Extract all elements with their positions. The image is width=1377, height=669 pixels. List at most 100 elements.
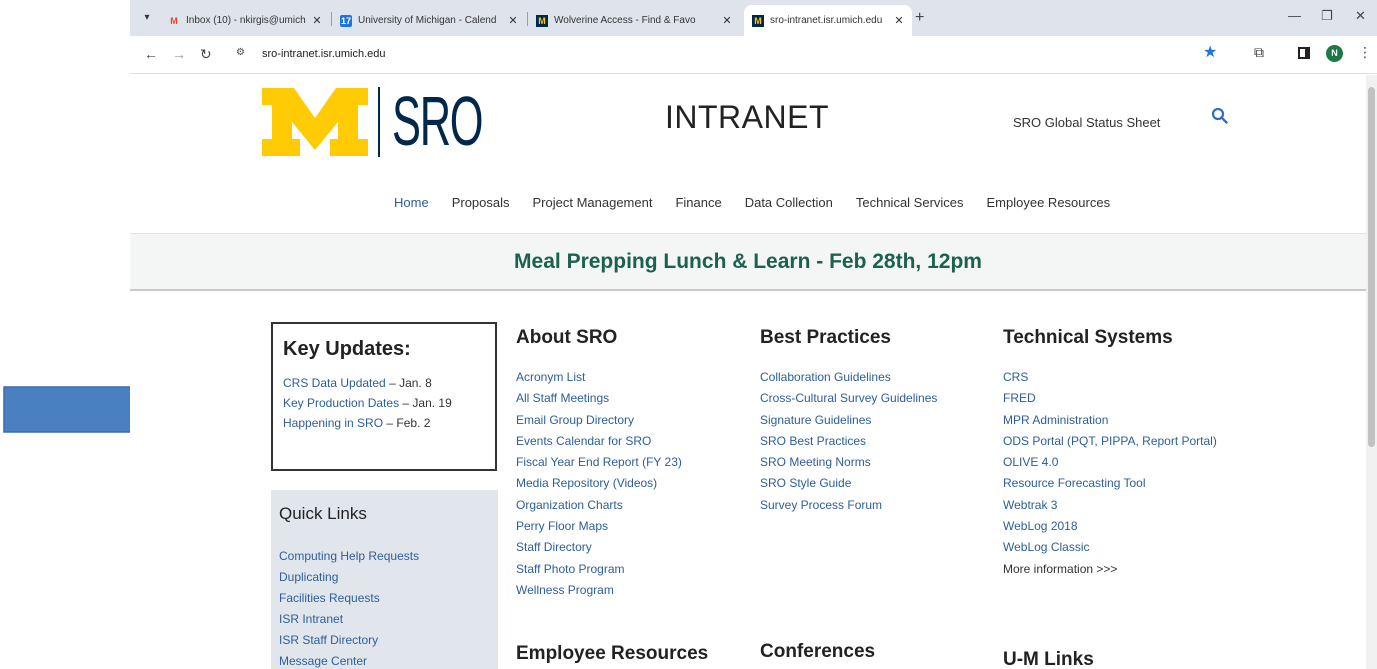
best-practice-link[interactable]: Collaboration Guidelines: [760, 367, 937, 388]
minimize-icon[interactable]: —: [1288, 8, 1301, 23]
url-text[interactable]: sro-intranet.isr.umich.edu: [262, 48, 386, 60]
tech-system-link[interactable]: FRED: [1003, 388, 1217, 409]
about-link[interactable]: Events Calendar for SRO: [516, 431, 682, 452]
sro-logo-text[interactable]: SRO: [392, 81, 484, 161]
tab-gmail[interactable]: M Inbox (10) - nkirgis@umich.edu ✕: [160, 5, 330, 36]
quick-link[interactable]: Facilities Requests: [279, 588, 490, 609]
browser-tabstrip: ▾ M Inbox (10) - nkirgis@umich.edu ✕ 17 …: [130, 0, 1377, 36]
more-information-link[interactable]: More information >>>: [1003, 559, 1217, 580]
site-info-icon[interactable]: ⚙: [236, 47, 245, 58]
quick-link[interactable]: ISR Intranet: [279, 609, 490, 630]
menu-icon[interactable]: ⋮: [1358, 44, 1372, 61]
extensions-icon[interactable]: ⧉: [1254, 44, 1264, 61]
address-bar[interactable]: ⚙ sro-intranet.isr.umich.edu: [228, 43, 1228, 67]
banner-text[interactable]: Meal Prepping Lunch & Learn - Feb 28th, …: [130, 250, 1366, 274]
tech-system-link[interactable]: Webtrak 3: [1003, 495, 1217, 516]
best-practice-link[interactable]: Survey Process Forum: [760, 495, 937, 516]
nav-technical-services[interactable]: Technical Services: [856, 195, 964, 210]
key-update-item: CRS Data Updated – Jan. 8: [283, 376, 432, 390]
scrollbar-thumb[interactable]: [1368, 87, 1375, 447]
key-update-link[interactable]: Key Production Dates: [283, 396, 399, 410]
tab-title: University of Michigan - Calend: [358, 15, 497, 26]
tech-system-link[interactable]: ODS Portal (PQT, PIPPA, Report Portal): [1003, 431, 1217, 452]
about-link[interactable]: Fiscal Year End Report (FY 23): [516, 452, 682, 473]
close-icon[interactable]: ✕: [506, 14, 520, 27]
close-icon[interactable]: ✕: [892, 14, 906, 27]
gmail-icon: M: [170, 15, 178, 26]
nav-data-collection[interactable]: Data Collection: [745, 195, 833, 210]
best-practice-link[interactable]: SRO Best Practices: [760, 431, 937, 452]
key-update-item: Happening in SRO – Feb. 2: [283, 416, 431, 430]
about-link[interactable]: Email Group Directory: [516, 410, 682, 431]
about-link[interactable]: Staff Directory: [516, 537, 682, 558]
tech-system-link[interactable]: WebLog 2018: [1003, 516, 1217, 537]
best-practice-link[interactable]: Cross-Cultural Survey Guidelines: [760, 388, 937, 409]
tech-system-link[interactable]: CRS: [1003, 367, 1217, 388]
quick-links-heading: Quick Links: [279, 504, 367, 523]
tab-title: sro-intranet.isr.umich.edu: [770, 15, 883, 26]
about-link[interactable]: Acronym List: [516, 367, 682, 388]
technical-systems-section: Technical Systems CRS FRED MPR Administr…: [1003, 327, 1217, 580]
umich-icon: M: [536, 14, 548, 27]
about-link[interactable]: Wellness Program: [516, 580, 682, 601]
quick-link[interactable]: Computing Help Requests: [279, 546, 490, 567]
nav-home[interactable]: Home: [394, 195, 429, 210]
quick-link[interactable]: Duplicating: [279, 567, 490, 588]
calendar-icon: 17: [340, 14, 352, 27]
conferences-heading: Conferences: [760, 641, 876, 662]
search-icon[interactable]: [1211, 107, 1229, 125]
close-icon[interactable]: ✕: [310, 14, 324, 27]
side-panel-icon[interactable]: [1298, 47, 1310, 59]
best-practices-section: Best Practices Collaboration Guidelines …: [760, 327, 937, 516]
page-title: INTRANET: [665, 99, 829, 135]
back-icon[interactable]: ←: [144, 46, 158, 62]
tech-system-link[interactable]: WebLog Classic: [1003, 537, 1217, 558]
um-links-heading: U-M Links: [1003, 649, 1094, 669]
nav-project-management[interactable]: Project Management: [533, 195, 653, 210]
page-scrollbar[interactable]: [1366, 75, 1377, 669]
quick-link[interactable]: Message Center: [279, 651, 490, 669]
key-updates-heading: Key Updates:: [283, 338, 411, 360]
tab-calendar[interactable]: 17 University of Michigan - Calend ✕: [332, 5, 526, 36]
tech-system-link[interactable]: OLIVE 4.0: [1003, 452, 1217, 473]
tech-system-link[interactable]: Resource Forecasting Tool: [1003, 473, 1217, 494]
key-update-link[interactable]: Happening in SRO: [283, 416, 383, 430]
key-update-link[interactable]: CRS Data Updated: [283, 376, 386, 390]
best-practice-link[interactable]: Signature Guidelines: [760, 410, 937, 431]
bookmark-star-icon[interactable]: ★: [1203, 42, 1217, 62]
about-link[interactable]: Staff Photo Program: [516, 559, 682, 580]
tab-search-icon[interactable]: ▾: [138, 9, 156, 27]
tab-sro-intranet[interactable]: M sro-intranet.isr.umich.edu ✕: [744, 5, 912, 36]
tab-title: Inbox (10) - nkirgis@umich.edu: [186, 15, 306, 26]
umich-block-m-logo[interactable]: [262, 88, 368, 156]
about-link[interactable]: Media Repository (Videos): [516, 473, 682, 494]
status-sheet-link[interactable]: SRO Global Status Sheet: [1013, 115, 1160, 130]
page-content: SRO INTRANET SRO Global Status Sheet Hom…: [130, 75, 1366, 669]
tab-title: Wolverine Access - Find & Favo: [554, 15, 696, 26]
nav-employee-resources[interactable]: Employee Resources: [987, 195, 1111, 210]
quick-link[interactable]: ISR Staff Directory: [279, 630, 490, 651]
close-icon[interactable]: ✕: [720, 14, 734, 27]
about-link[interactable]: Organization Charts: [516, 495, 682, 516]
best-practice-link[interactable]: SRO Style Guide: [760, 473, 937, 494]
nav-proposals[interactable]: Proposals: [452, 195, 510, 210]
key-update-item: Key Production Dates – Jan. 19: [283, 396, 452, 410]
best-practice-link[interactable]: SRO Meeting Norms: [760, 452, 937, 473]
best-practices-heading: Best Practices: [760, 327, 891, 348]
tab-wolverine-access[interactable]: M Wolverine Access - Find & Favo ✕: [528, 5, 740, 36]
tech-system-link[interactable]: MPR Administration: [1003, 410, 1217, 431]
logo-divider: [378, 87, 380, 157]
main-nav: Home Proposals Project Management Financ…: [394, 195, 1133, 210]
forward-icon[interactable]: →: [172, 46, 186, 62]
profile-avatar[interactable]: N: [1326, 45, 1343, 62]
quick-links-panel: Quick Links Computing Help Requests Dupl…: [271, 490, 498, 669]
restore-icon[interactable]: ❐: [1321, 8, 1333, 24]
about-sro-section: About SRO Acronym List All Staff Meeting…: [516, 327, 682, 601]
reload-icon[interactable]: ↻: [200, 46, 212, 63]
nav-finance[interactable]: Finance: [675, 195, 721, 210]
close-window-icon[interactable]: ✕: [1355, 8, 1366, 24]
key-updates-box: Key Updates: CRS Data Updated – Jan. 8 K…: [271, 322, 497, 471]
about-link[interactable]: All Staff Meetings: [516, 388, 682, 409]
new-tab-icon[interactable]: +: [915, 9, 924, 27]
about-link[interactable]: Perry Floor Maps: [516, 516, 682, 537]
